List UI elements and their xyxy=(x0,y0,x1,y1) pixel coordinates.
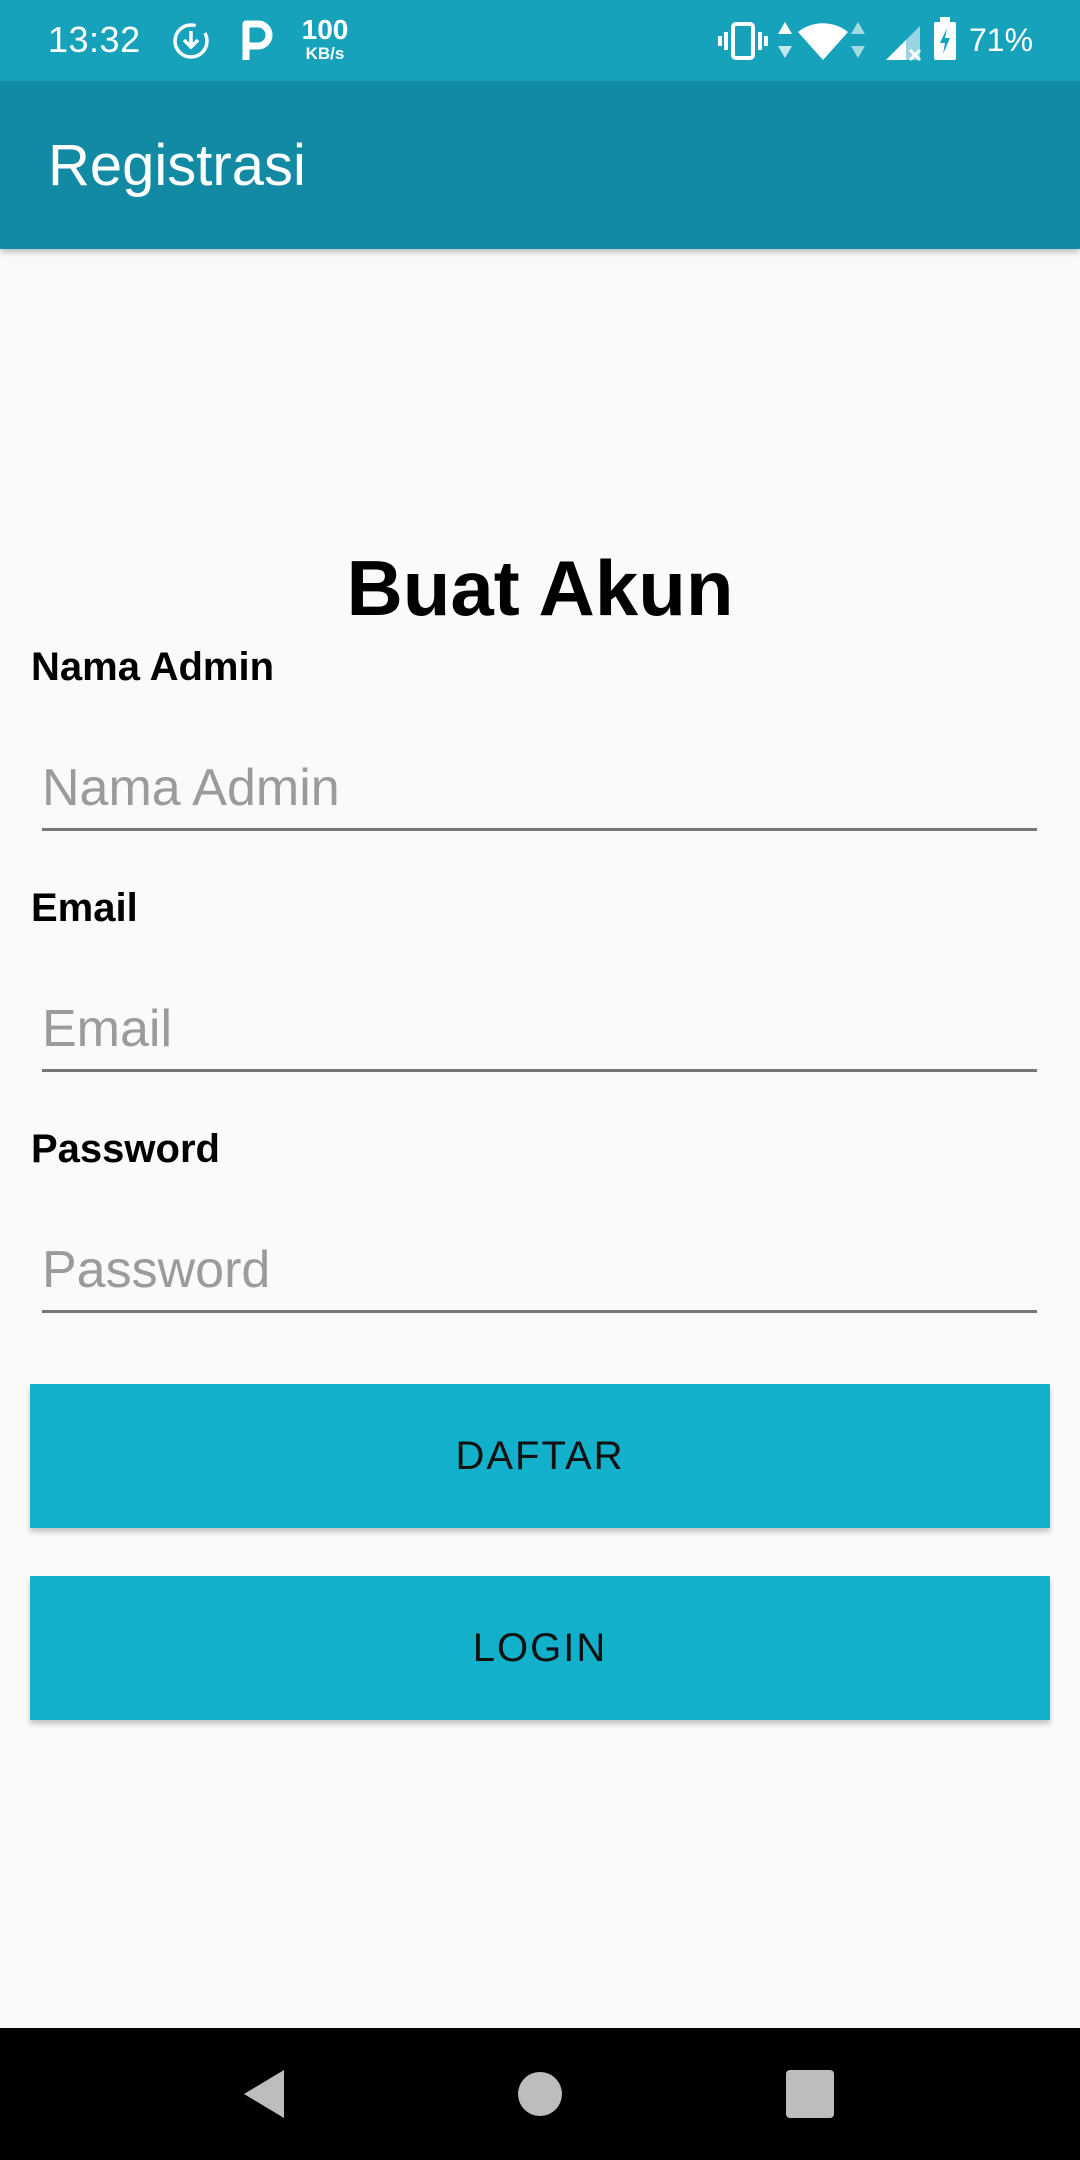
battery-percent: 71% xyxy=(969,22,1034,58)
download-icon xyxy=(173,23,209,59)
wifi-arrows-icon xyxy=(851,22,865,58)
app-bar: Registrasi xyxy=(0,81,1080,249)
data-arrows-icon xyxy=(778,22,792,58)
network-speed-unit: KB/s xyxy=(305,44,345,63)
name-label: Nama Admin xyxy=(31,645,275,689)
wifi-icon xyxy=(798,23,848,60)
battery-icon xyxy=(934,17,956,60)
status-time: 13:32 xyxy=(48,19,141,60)
login-button[interactable]: LOGIN xyxy=(30,1576,1050,1720)
form-heading: Buat Akun xyxy=(346,544,734,632)
vibrate-icon xyxy=(718,22,768,60)
navigation-bar xyxy=(0,2028,1080,2160)
name-input[interactable] xyxy=(42,747,1037,831)
back-icon[interactable] xyxy=(236,2064,296,2124)
app-title: Registrasi xyxy=(48,133,306,198)
network-speed: 100 KB/s xyxy=(300,14,350,63)
home-icon[interactable] xyxy=(510,2064,570,2124)
network-speed-value: 100 xyxy=(301,14,349,45)
parking-icon xyxy=(242,20,273,60)
register-button[interactable]: DAFTAR xyxy=(30,1384,1050,1528)
signal-icon xyxy=(886,26,922,62)
recents-icon[interactable] xyxy=(780,2064,840,2124)
email-label: Email xyxy=(31,886,138,930)
password-label: Password xyxy=(31,1127,220,1171)
password-input[interactable] xyxy=(42,1229,1037,1313)
email-input[interactable] xyxy=(42,988,1037,1072)
registration-screen: 13:32 100 KB/s 71% Registrasi Buat Akun … xyxy=(0,0,1080,2160)
status-bar: 13:32 100 KB/s 71% xyxy=(0,0,1080,81)
